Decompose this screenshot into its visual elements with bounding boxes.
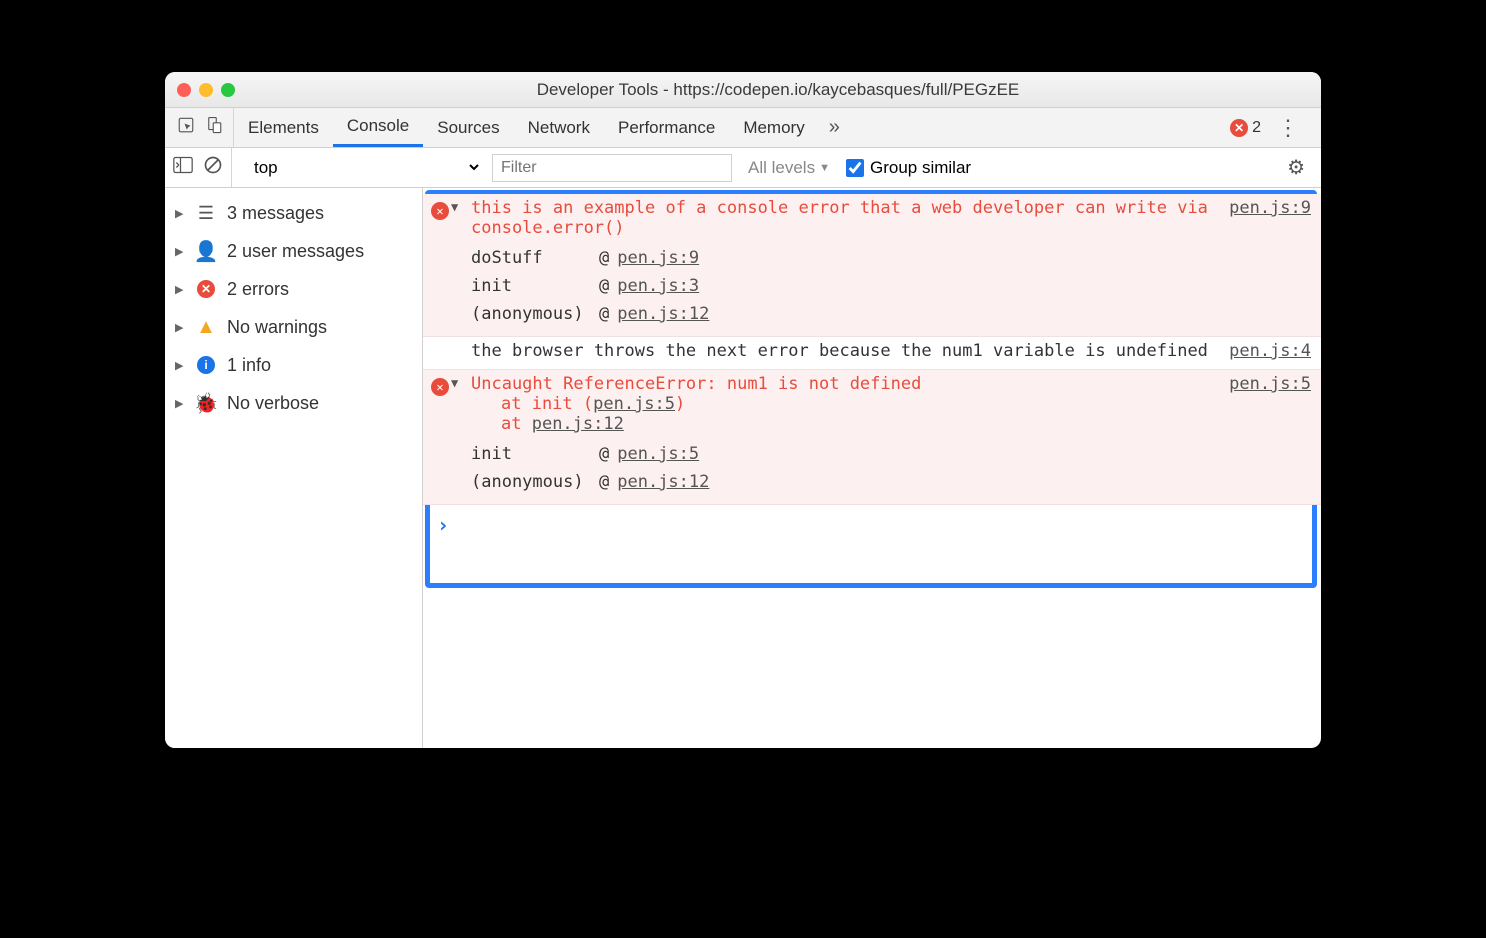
title-bar: Developer Tools - https://codepen.io/kay… — [165, 72, 1321, 108]
stack-link[interactable]: pen.js:12 — [532, 414, 624, 434]
tab-console[interactable]: Console — [333, 108, 423, 147]
console-output: ✕ ▼ pen.js:9 this is an example of a con… — [423, 188, 1321, 748]
close-window-button[interactable] — [177, 83, 191, 97]
console-prompt[interactable]: › — [423, 505, 1321, 545]
tab-memory[interactable]: Memory — [729, 108, 818, 147]
stack-trace: init@pen.js:5 (anonymous)@pen.js:12 — [457, 440, 1311, 496]
bug-icon: 🐞 — [195, 392, 217, 414]
stack-trace: doStuff@pen.js:9 init@pen.js:3 (anonymou… — [457, 244, 1311, 328]
sidebar-item-warnings[interactable]: ▶▲No warnings — [165, 308, 422, 346]
stack-link[interactable]: pen.js:3 — [617, 276, 699, 296]
warning-icon: ▲ — [195, 316, 217, 338]
group-similar-input[interactable] — [846, 159, 864, 177]
sidebar-item-verbose[interactable]: ▶🐞No verbose — [165, 384, 422, 422]
info-icon: i — [195, 354, 217, 376]
stack-frame: (anonymous)@pen.js:12 — [457, 468, 1311, 496]
message-text: Uncaught ReferenceError: num1 is not def… — [457, 374, 1311, 434]
error-icon: ✕ — [431, 376, 449, 396]
stack-link[interactable]: pen.js:12 — [617, 472, 709, 492]
sidebar-item-info[interactable]: ▶i1 info — [165, 346, 422, 384]
sidebar-item-user-messages[interactable]: ▶👤2 user messages — [165, 232, 422, 270]
window-title: Developer Tools - https://codepen.io/kay… — [247, 80, 1309, 100]
error-icon: ✕ — [1230, 119, 1248, 137]
tab-sources[interactable]: Sources — [423, 108, 513, 147]
expand-toggle-icon[interactable]: ▼ — [451, 200, 458, 214]
console-toolbar: top All levels ▼ Group similar ⚙ — [165, 148, 1321, 188]
console-message-log[interactable]: pen.js:4 the browser throws the next err… — [423, 337, 1321, 370]
log-levels-dropdown[interactable]: All levels ▼ — [742, 158, 836, 178]
devtools-window: Developer Tools - https://codepen.io/kay… — [165, 72, 1321, 748]
stack-link[interactable]: pen.js:9 — [617, 248, 699, 268]
minimize-window-button[interactable] — [199, 83, 213, 97]
tab-performance[interactable]: Performance — [604, 108, 729, 147]
console-sidebar: ▶☰3 messages ▶👤2 user messages ▶✕2 error… — [165, 188, 423, 748]
inspect-element-icon[interactable] — [177, 116, 195, 139]
toggle-device-icon[interactable] — [205, 116, 223, 139]
clear-console-icon[interactable] — [203, 155, 223, 180]
expand-toggle-icon[interactable]: ▼ — [451, 376, 458, 390]
error-icon: ✕ — [195, 278, 217, 300]
tab-network[interactable]: Network — [514, 108, 604, 147]
tabs: Elements Console Sources Network Perform… — [234, 108, 850, 147]
sidebar-item-messages[interactable]: ▶☰3 messages — [165, 194, 422, 232]
group-similar-label: Group similar — [870, 158, 971, 178]
sidebar-item-errors[interactable]: ▶✕2 errors — [165, 270, 422, 308]
group-similar-checkbox[interactable]: Group similar — [846, 158, 971, 178]
console-settings-icon[interactable]: ⚙ — [1287, 155, 1313, 180]
user-icon: 👤 — [195, 240, 217, 262]
stack-frame: (anonymous)@pen.js:12 — [457, 300, 1311, 328]
stack-link[interactable]: pen.js:12 — [617, 304, 709, 324]
source-link[interactable]: pen.js:4 — [1229, 341, 1311, 361]
list-icon: ☰ — [195, 202, 217, 224]
message-text: the browser throws the next error becaus… — [457, 341, 1311, 361]
toggle-sidebar-icon[interactable] — [173, 156, 193, 179]
source-link[interactable]: pen.js:9 — [1229, 198, 1311, 218]
console-message-error[interactable]: ✕ ▼ pen.js:9 this is an example of a con… — [423, 194, 1321, 337]
stack-link[interactable]: pen.js:5 — [617, 444, 699, 464]
more-tabs-button[interactable]: » — [819, 116, 850, 139]
stack-frame: doStuff@pen.js:9 — [457, 244, 1311, 272]
context-selector[interactable]: top — [242, 153, 482, 182]
tab-elements[interactable]: Elements — [234, 108, 333, 147]
settings-menu-button[interactable]: ⋮ — [1271, 115, 1305, 141]
filter-input[interactable] — [492, 154, 732, 182]
stack-frame: init@pen.js:5 — [457, 440, 1311, 468]
stack-link[interactable]: pen.js:5 — [593, 394, 675, 414]
source-link[interactable]: pen.js:5 — [1229, 374, 1311, 394]
stack-frame: init@pen.js:3 — [457, 272, 1311, 300]
error-count: 2 — [1252, 119, 1261, 137]
traffic-lights — [177, 83, 235, 97]
tab-bar: Elements Console Sources Network Perform… — [165, 108, 1321, 148]
error-count-badge[interactable]: ✕ 2 — [1230, 119, 1261, 137]
error-icon: ✕ — [431, 200, 449, 220]
message-text: this is an example of a console error th… — [457, 198, 1311, 238]
zoom-window-button[interactable] — [221, 83, 235, 97]
console-message-error[interactable]: ✕ ▼ pen.js:5 Uncaught ReferenceError: nu… — [423, 370, 1321, 505]
